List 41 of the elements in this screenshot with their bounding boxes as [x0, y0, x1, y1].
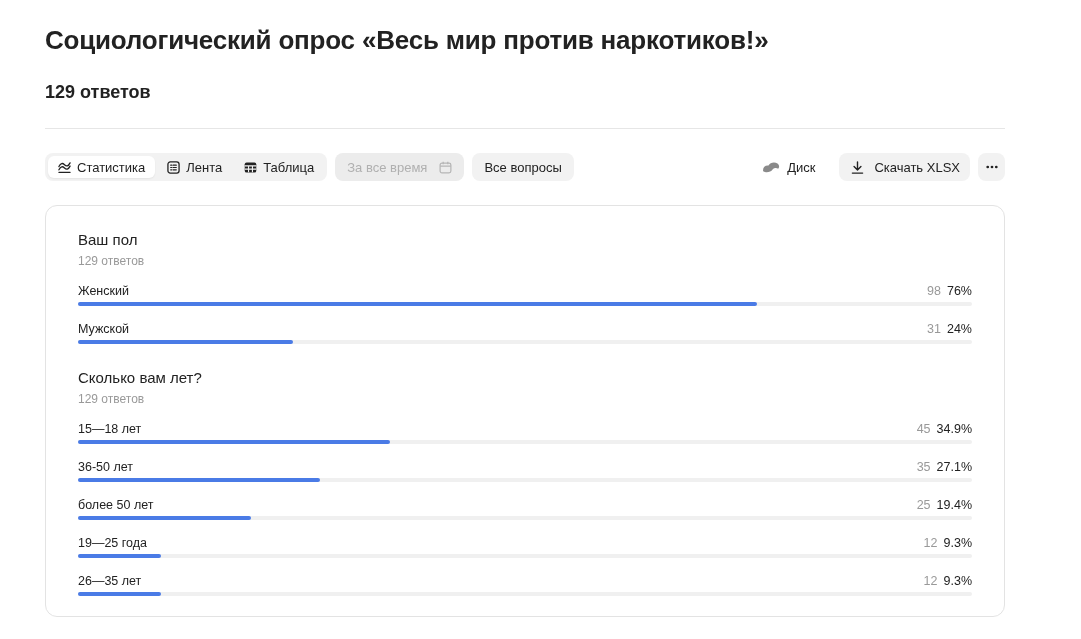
more-button[interactable] — [978, 153, 1005, 181]
answer-label: Мужской — [78, 321, 131, 337]
question-response-count: 129 ответов — [78, 253, 145, 269]
response-count: 129 ответов — [45, 81, 151, 104]
survey-title: Социологический опрос «Весь мир против наркотиков!» — [45, 24, 769, 56]
download-button[interactable]: Скачать XLSX — [839, 153, 970, 181]
answer-count: 12 — [923, 573, 938, 589]
answer-percent: 34.9% — [936, 421, 972, 437]
view-tab[interactable]: Статистика — [48, 156, 156, 178]
wave-lines-icon — [58, 160, 71, 174]
download-icon — [851, 160, 865, 174]
answer-label: Женский — [78, 283, 130, 299]
answer-label: 15—18 лет — [78, 421, 143, 437]
disk-button[interactable]: Диск — [762, 157, 816, 177]
answer-count: 35 — [916, 459, 931, 475]
answer-percent: 9.3% — [943, 535, 972, 551]
answer-label: 26—35 лет — [78, 573, 143, 589]
answer-percent: 76% — [946, 283, 972, 299]
answer-label: более 50 лет — [78, 497, 155, 513]
table-icon — [244, 160, 258, 174]
cloud-icon — [762, 161, 781, 173]
questions-filter-button[interactable]: Все вопросы — [472, 153, 574, 181]
answer-percent: 24% — [946, 321, 972, 337]
answer-label: 19—25 года — [78, 535, 148, 551]
answer-percent: 27.1% — [936, 459, 972, 475]
answer-count: 12 — [923, 535, 938, 551]
answer-count: 31 — [927, 321, 941, 337]
answer-label: 36-50 лет — [78, 459, 134, 475]
list-icon — [167, 160, 181, 174]
view-tab[interactable]: Таблица — [234, 156, 325, 178]
answer-count: 45 — [916, 421, 931, 437]
question-title: Сколько вам лет? — [78, 368, 202, 388]
question-response-count: 129 ответов — [78, 391, 145, 407]
view-tab[interactable]: Лента — [157, 156, 233, 178]
question-title: Ваш пол — [78, 230, 138, 250]
calendar-icon — [439, 160, 453, 174]
answer-count: 25 — [916, 497, 931, 513]
answer-percent: 19.4% — [936, 497, 972, 513]
answer-percent: 9.3% — [943, 573, 972, 589]
answer-count: 98 — [927, 283, 941, 299]
ellipsis-icon — [985, 165, 998, 169]
